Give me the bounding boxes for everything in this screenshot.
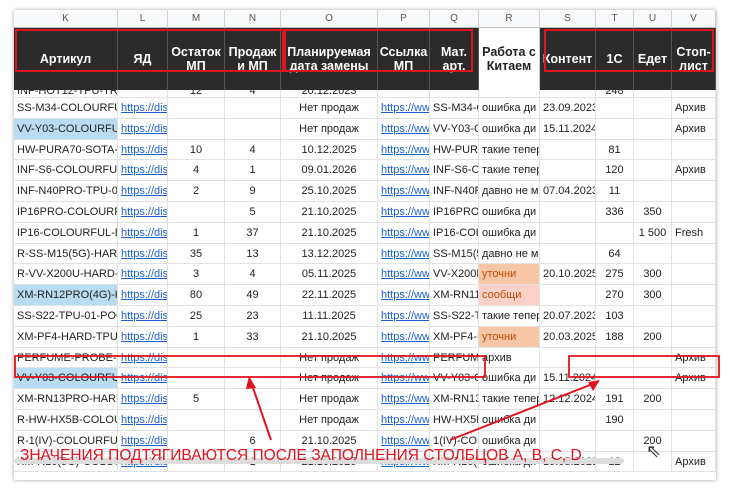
- header-box-left: [15, 29, 284, 72]
- arrow-right-line: [449, 382, 596, 441]
- row-box-right: [568, 355, 720, 378]
- row-box-left: [14, 355, 486, 378]
- arrow-left-head: [246, 376, 256, 389]
- annotation-text: ЗНАЧЕНИЯ ПОДТЯГИВАЮТСЯ ПОСЛЕ ЗАПОЛНЕНИЯ …: [20, 447, 582, 464]
- header-box-right: [544, 29, 714, 72]
- annotation-arrows: [14, 29, 720, 441]
- arrow-left-line: [250, 381, 272, 441]
- header-box-middle: [284, 29, 473, 72]
- mouse-cursor-icon: ⇖: [646, 441, 662, 461]
